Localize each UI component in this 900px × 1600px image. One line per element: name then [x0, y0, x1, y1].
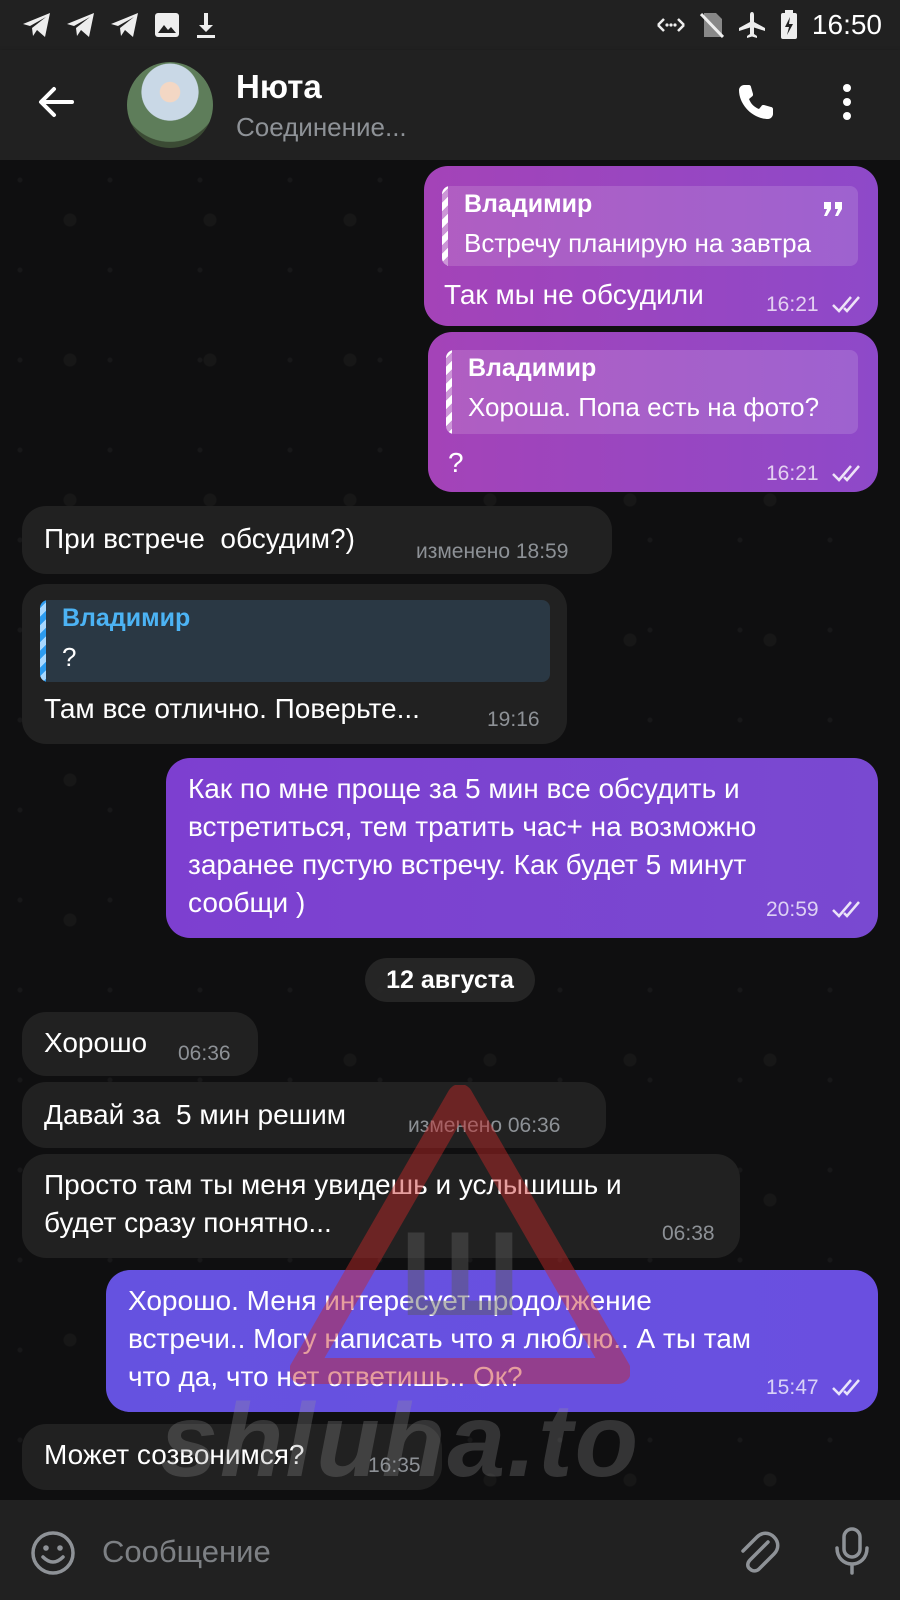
read-checkmarks-icon: [832, 901, 860, 918]
more-menu-icon[interactable]: [840, 82, 854, 122]
data-saver-icon: [657, 18, 685, 32]
emoji-icon[interactable]: [30, 1530, 76, 1576]
message-time: изменено 18:59: [416, 540, 569, 563]
reply-text: Встречу планирую на завтра: [464, 228, 812, 258]
telegram-icon: [111, 13, 138, 37]
read-checkmarks-icon: [832, 465, 860, 482]
watermark-letter: Ш: [400, 1207, 521, 1341]
reply-text: Хороша. Попа есть на фото?: [468, 392, 820, 422]
status-time: 16:50: [811, 9, 882, 40]
no-sim-icon: [699, 12, 724, 39]
reply-quote-bar: [446, 350, 452, 434]
message-time: 20:59: [766, 898, 819, 921]
chat-header: Нюта Соединение...: [0, 50, 900, 160]
message-time: 19:16: [487, 708, 540, 731]
watermark-text: shluha.to: [160, 1383, 641, 1499]
reply-author: Владимир: [464, 190, 593, 218]
incoming-message[interactable]: При встрече обсудим?) изменено 18:59: [22, 506, 612, 574]
message-text: Хорошо: [44, 1027, 148, 1058]
incoming-message[interactable]: Хорошо 06:36: [22, 1012, 258, 1076]
telegram-icon: [67, 13, 94, 37]
reply-quote-bar: [442, 186, 448, 266]
outgoing-message[interactable]: Владимир Встречу планирую на завтра Так …: [424, 166, 878, 326]
message-text: Как по мне проще за 5 мин все обсудить и…: [188, 773, 757, 918]
reply-quote-bar: [40, 600, 46, 682]
message-time: 16:21: [766, 293, 819, 316]
reply-quote[interactable]: Владимир Хороша. Попа есть на фото?: [446, 350, 858, 434]
outgoing-message[interactable]: Владимир Хороша. Попа есть на фото? ? 16…: [428, 332, 878, 492]
message-text: При встрече обсудим?): [44, 523, 355, 554]
message-time: 06:36: [178, 1042, 231, 1065]
date-separator: 12 августа: [365, 958, 535, 1002]
read-checkmarks-icon: [832, 296, 860, 313]
reply-author: Владимир: [62, 604, 191, 632]
watermark-warning-sign: Ш: [290, 1085, 630, 1384]
status-bar: 16:50: [0, 0, 900, 50]
image-icon: [155, 13, 179, 37]
connection-status: Соединение...: [236, 112, 407, 142]
contact-name[interactable]: Нюта: [236, 68, 322, 106]
reply-text: ?: [62, 642, 77, 672]
message-text: Там все отлично. Поверьте...: [44, 693, 420, 724]
paperclip-icon[interactable]: [736, 1528, 780, 1574]
download-icon: [197, 13, 215, 38]
message-time: 16:21: [766, 462, 819, 485]
phone-icon[interactable]: [736, 82, 776, 122]
battery-charging-icon: [780, 10, 797, 39]
reply-author: Владимир: [468, 354, 597, 382]
telegram-icon: [23, 13, 50, 37]
message-text: ?: [448, 447, 464, 478]
avatar[interactable]: [127, 62, 213, 148]
incoming-message[interactable]: Владимир ? Там все отлично. Поверьте... …: [22, 584, 567, 744]
back-arrow-icon[interactable]: [34, 80, 78, 124]
outgoing-message[interactable]: Как по мне проще за 5 мин все обсудить и…: [166, 758, 878, 938]
airplane-icon: [738, 12, 765, 38]
microphone-icon[interactable]: [832, 1526, 872, 1576]
read-checkmarks-icon: [832, 1379, 860, 1396]
message-time: 15:47: [766, 1376, 819, 1399]
message-composer: [0, 1500, 900, 1600]
reply-quote[interactable]: Владимир ?: [40, 600, 550, 682]
quote-icon: [824, 202, 842, 216]
message-time: 06:38: [662, 1222, 715, 1245]
message-input[interactable]: [100, 1526, 704, 1578]
reply-quote[interactable]: Владимир Встречу планирую на завтра: [442, 186, 858, 266]
message-text: Так мы не обсудили: [444, 279, 704, 310]
